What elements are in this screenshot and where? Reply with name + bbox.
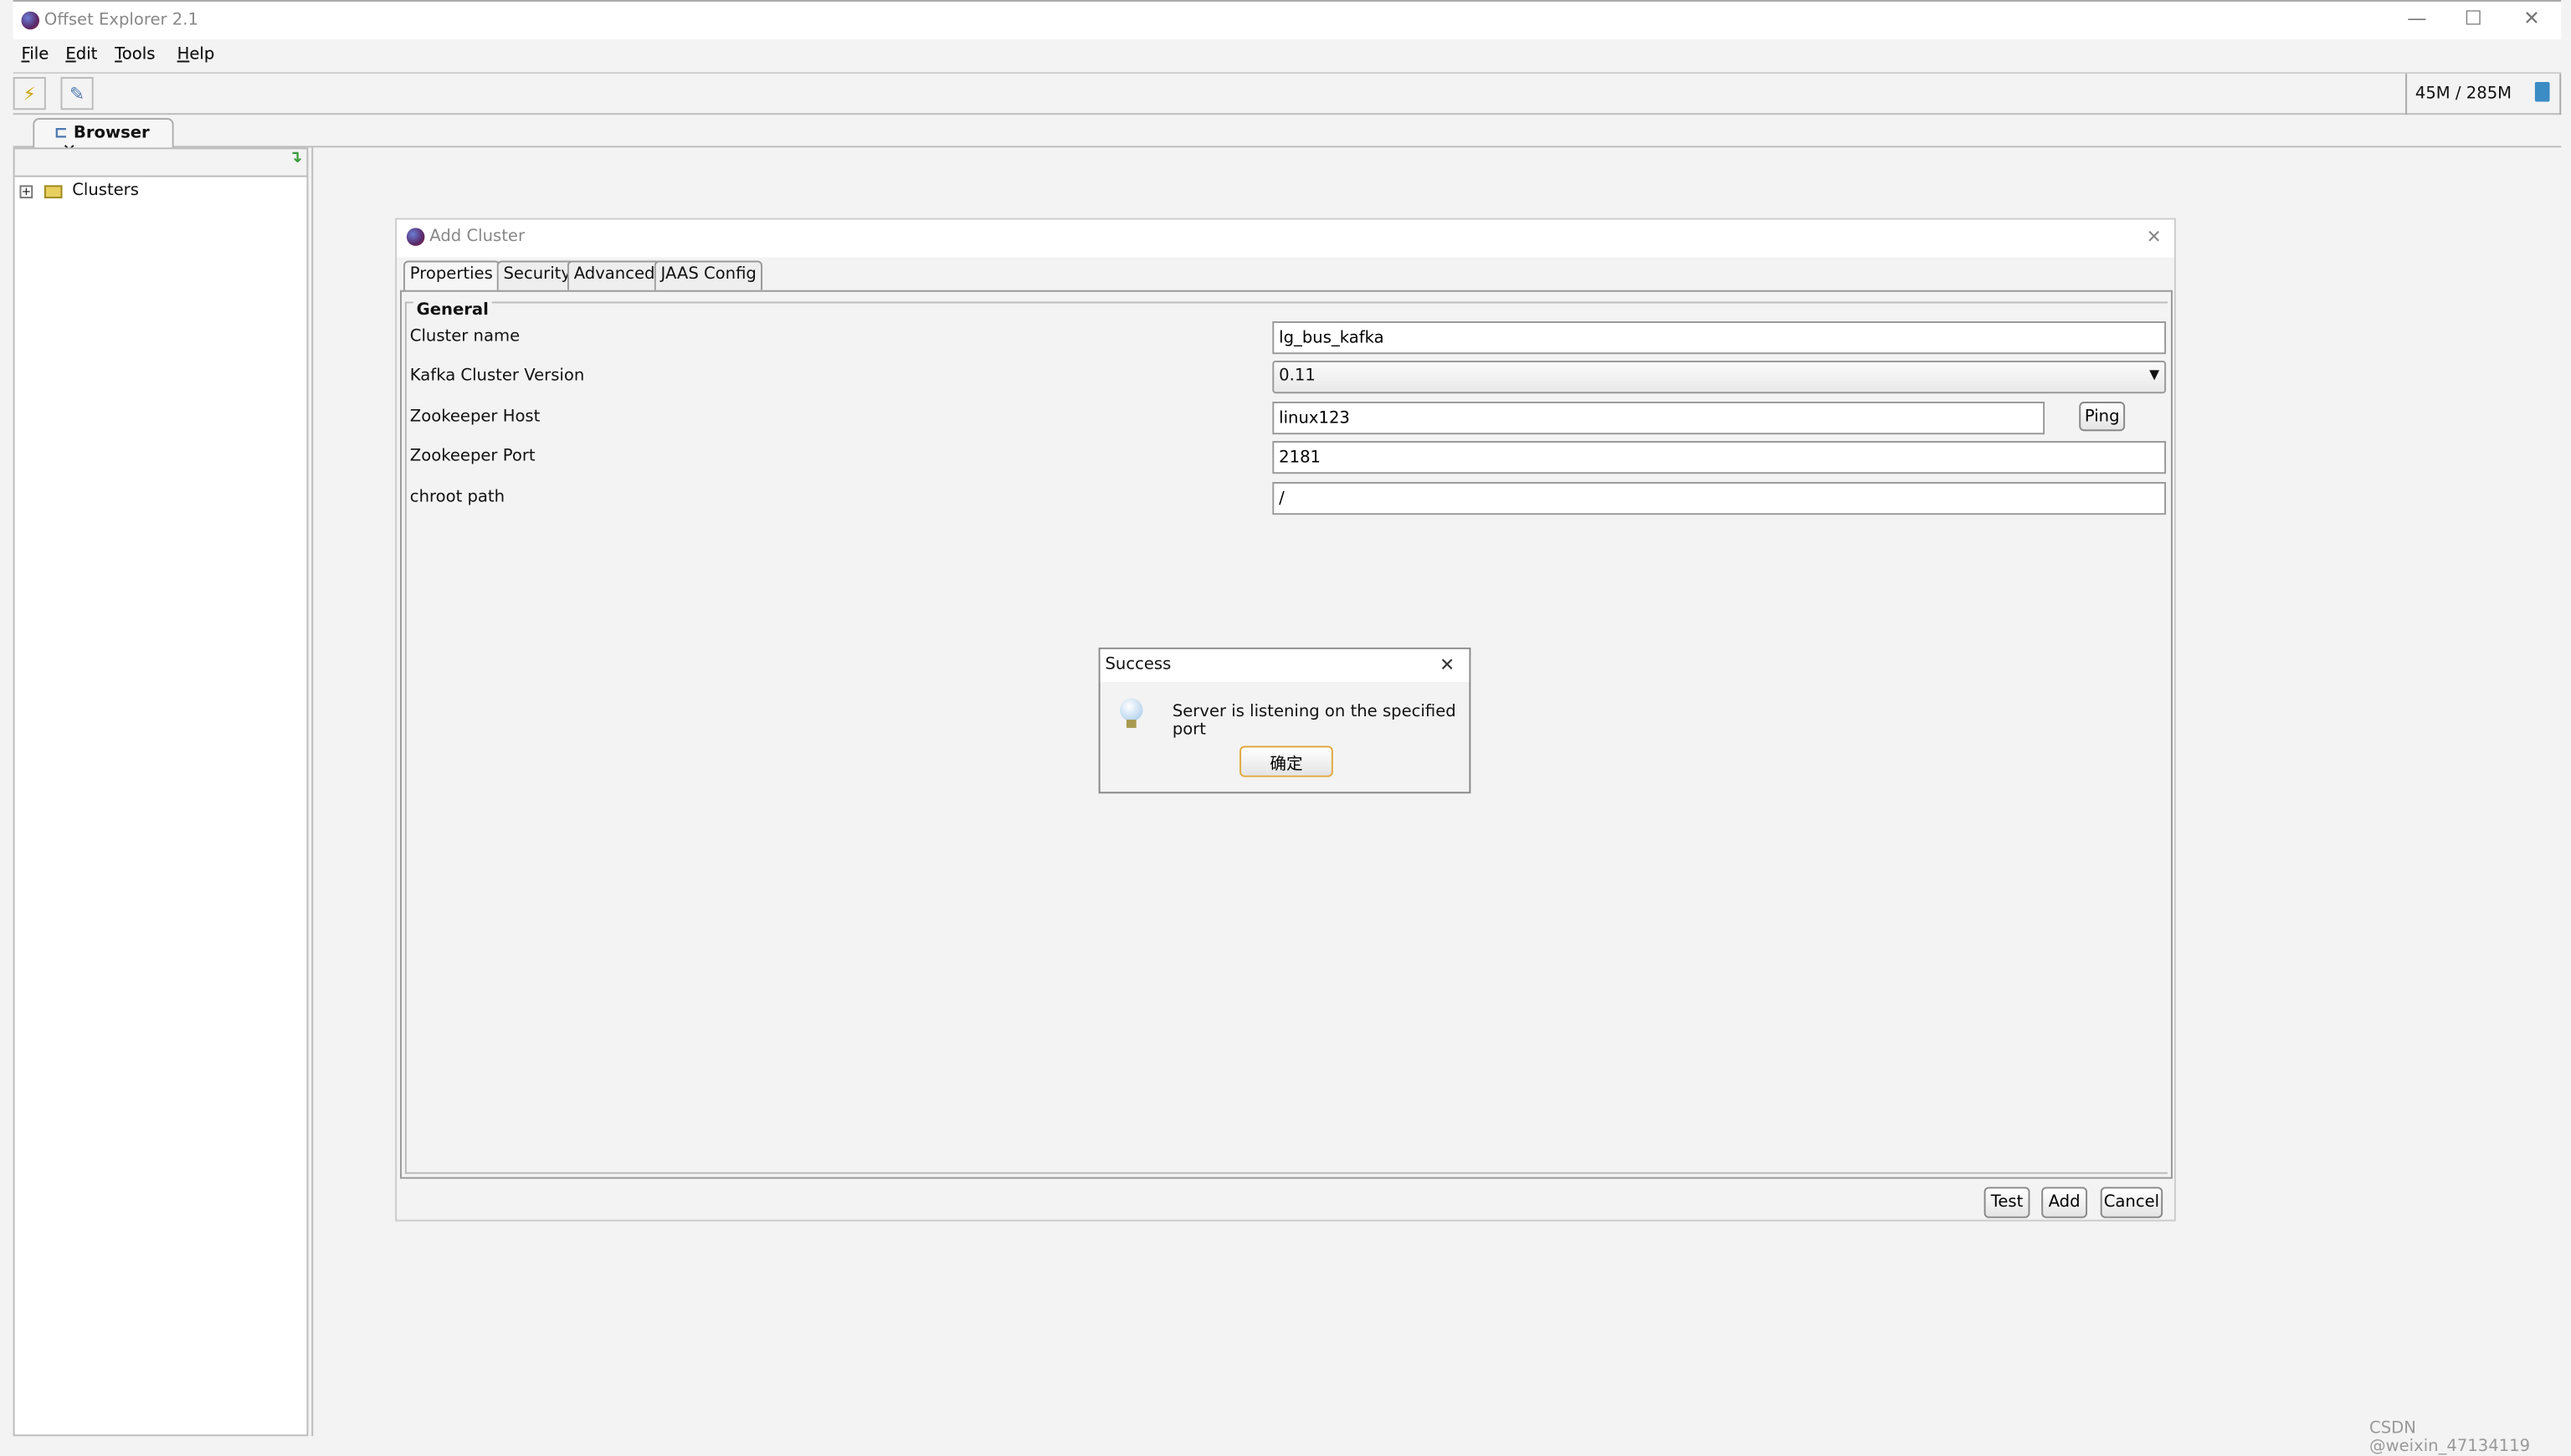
app-logo-icon [21, 11, 40, 30]
app-logo-icon [406, 228, 425, 246]
folder-icon [44, 184, 63, 198]
tab-jaas-config[interactable]: JAAS Config [654, 260, 763, 290]
tab-browser-label: Browser [73, 124, 150, 143]
menu-help[interactable]: Help Help [177, 46, 215, 64]
add-connection-button[interactable]: ⚡ [13, 77, 46, 110]
success-title-bar: Success ✕ [1100, 649, 1470, 683]
dialog-title-bar: Add Cluster ✕ [397, 219, 2174, 258]
zookeeper-port-input[interactable] [1272, 441, 2167, 474]
kafka-version-value: 0.11 [1279, 367, 1316, 386]
browser-icon: ⊏ [54, 124, 69, 143]
title-bar: Offset Explorer 2.1 — ☐ ✕ [13, 0, 2562, 40]
refresh-arrow-icon[interactable]: ↴ [289, 149, 302, 167]
menu-bar: File File Edit Edit Tools Tools Help Help [13, 39, 2562, 74]
menu-edit-mnemonic: Edit [65, 45, 98, 64]
tree-node-label: Clusters [72, 182, 139, 201]
cluster-name-label: Cluster name [409, 327, 521, 346]
menu-help-mnemonic: Help [177, 45, 215, 64]
watermark: CSDN @weixin_47134119 [2369, 1419, 2531, 1456]
menu-file[interactable]: File File [21, 46, 49, 64]
dialog-title: Add Cluster [429, 228, 526, 246]
group-title: General [413, 301, 492, 320]
tree-node-clusters[interactable]: + Clusters [19, 182, 139, 201]
memory-indicator[interactable]: 45M / 285M [2405, 74, 2562, 115]
kafka-version-label: Kafka Cluster Version [409, 367, 585, 386]
tree-edit-icon: ✎ [69, 82, 85, 105]
browser-panel: ↴ + Clusters [13, 147, 309, 1437]
close-icon[interactable]: ✕ [1439, 654, 1455, 675]
menu-tools[interactable]: Tools Tools [115, 46, 155, 64]
ok-button[interactable]: 确定 [1239, 746, 1333, 777]
menu-file-mnemonic: File [21, 45, 49, 64]
close-icon[interactable]: ✕ [2147, 226, 2162, 247]
test-button[interactable]: Test [1983, 1187, 2030, 1218]
add-button[interactable]: Add [2041, 1187, 2088, 1218]
menu-tools-mnemonic: Tools [115, 45, 156, 64]
chroot-path-label: chroot path [409, 488, 505, 507]
lightbulb-icon [1120, 698, 1143, 722]
zookeeper-host-input[interactable] [1272, 401, 2045, 435]
window-title: Offset Explorer 2.1 [44, 11, 198, 30]
plug-icon: ⚡ [23, 82, 36, 105]
kafka-version-select[interactable]: 0.11 ▼ [1272, 361, 2167, 394]
trash-icon[interactable] [2534, 81, 2550, 102]
tab-browser[interactable]: ⊏ Browser ✕ [33, 118, 174, 161]
lightbulb-base [1126, 720, 1137, 728]
cancel-button[interactable]: Cancel [2100, 1187, 2163, 1218]
chevron-down-icon: ▼ [2149, 367, 2160, 382]
cluster-tree: + Clusters [14, 175, 307, 1435]
maximize-icon[interactable]: ☐ [2465, 7, 2482, 29]
zookeeper-host-label: Zookeeper Host [409, 408, 541, 427]
zookeeper-port-label: Zookeeper Port [409, 447, 536, 466]
close-icon[interactable]: ✕ [2523, 7, 2540, 29]
tab-properties[interactable]: Properties [403, 260, 500, 292]
minimize-icon[interactable]: — [2407, 7, 2427, 29]
view-tab-strip: ⊏ Browser ✕ [13, 115, 2562, 161]
success-message: Server is listening on the specified por… [1172, 703, 1456, 740]
app-window: Offset Explorer 2.1 — ☐ ✕ File File Edit E… [0, 0, 2571, 1456]
cluster-name-input[interactable] [1272, 320, 2167, 355]
chroot-path-input[interactable] [1272, 481, 2167, 515]
ping-button[interactable]: Ping [2079, 401, 2126, 432]
menu-edit[interactable]: Edit Edit [65, 46, 97, 64]
success-title: Success [1105, 655, 1172, 674]
tab-security[interactable]: Security [496, 260, 577, 290]
memory-usage: 45M / 285M [2414, 85, 2512, 104]
tab-advanced[interactable]: Advanced [567, 260, 662, 290]
expand-icon[interactable]: + [19, 184, 33, 198]
toolbar: ⚡ ✎ 45M / 285M [13, 74, 2562, 115]
edit-tree-button[interactable]: ✎ [60, 77, 94, 110]
success-dialog: Success ✕ Server is listening on the spe… [1098, 647, 1471, 794]
